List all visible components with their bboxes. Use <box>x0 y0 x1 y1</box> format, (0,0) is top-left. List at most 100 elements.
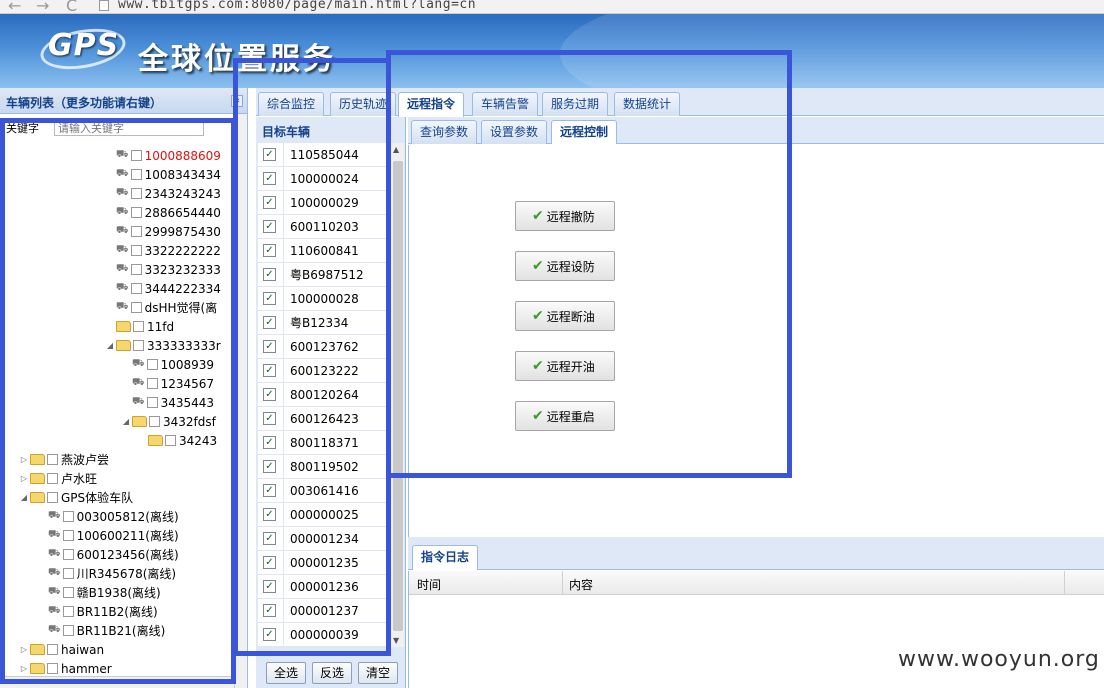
vehicle-checkbox[interactable]: ✓ <box>263 508 276 521</box>
tree-checkbox[interactable] <box>47 644 58 655</box>
tree-checkbox[interactable] <box>133 321 144 332</box>
target-vehicle-row[interactable]: ✓ 000001235 <box>258 550 388 575</box>
vehicle-checkbox[interactable]: ✓ <box>263 436 276 449</box>
tree-checkbox[interactable] <box>165 435 176 446</box>
tree-vehicle[interactable]: ⛟ 1234567 <box>120 374 214 393</box>
expanded-arrow-icon[interactable]: ◢ <box>18 493 30 502</box>
vehicle-checkbox[interactable]: ✓ <box>263 148 276 161</box>
target-vehicle-row[interactable]: ✓ 000000025 <box>258 502 388 527</box>
tree-vertical-scrollbar[interactable] <box>234 114 247 688</box>
target-vehicle-row[interactable]: ✓ 110600841 <box>258 238 388 263</box>
remote-command-button[interactable]: ✔ 远程开油 <box>515 351 615 381</box>
target-vehicle-row[interactable]: ✓ 600126423 <box>258 406 388 431</box>
vehicle-checkbox[interactable]: ✓ <box>263 196 276 209</box>
forward-arrow-icon[interactable]: → <box>36 0 49 13</box>
tree-checkbox[interactable] <box>146 397 158 408</box>
tree-checkbox[interactable] <box>149 416 160 427</box>
scroll-thumb[interactable] <box>393 161 403 631</box>
vehicle-checkbox[interactable]: ✓ <box>263 580 276 593</box>
address-bar[interactable]: www.tbitgps.com:8080/page/main.html?lang… <box>118 0 476 12</box>
target-vehicle-row[interactable]: ✓ 600110203 <box>258 214 388 239</box>
target-vehicle-row[interactable]: ✓ 600123222 <box>258 358 388 383</box>
target-vehicle-row[interactable]: ✓ 800118371 <box>258 430 388 455</box>
vehicle-checkbox[interactable]: ✓ <box>263 316 276 329</box>
tree-checkbox[interactable] <box>62 511 74 522</box>
tree-checkbox[interactable] <box>146 359 158 370</box>
vehicle-checkbox[interactable]: ✓ <box>263 604 276 617</box>
sub-tab[interactable]: 查询参数 <box>411 120 478 144</box>
tree-checkbox[interactable] <box>47 492 58 503</box>
vehicle-checkbox[interactable]: ✓ <box>263 244 276 257</box>
tree-checkbox[interactable] <box>62 530 74 541</box>
main-tab[interactable]: 历史轨迹 <box>330 92 397 116</box>
reload-icon[interactable]: C <box>66 0 77 13</box>
col-content[interactable]: 内容 <box>569 576 593 593</box>
tree-vehicle[interactable]: ⛟ 1008939 <box>120 355 214 374</box>
sub-tab[interactable]: 远程控制 <box>551 120 618 144</box>
tree-checkbox[interactable] <box>130 283 142 294</box>
collapsed-arrow-icon[interactable]: ▷ <box>18 664 30 673</box>
main-tab[interactable]: 车辆告警 <box>472 92 539 116</box>
tree-checkbox[interactable] <box>130 245 142 256</box>
target-vehicle-row[interactable]: ✓ 粤B12334 <box>258 310 388 335</box>
col-time[interactable]: 时间 <box>417 576 441 593</box>
keyword-input[interactable] <box>54 120 204 136</box>
vehicle-checkbox[interactable]: ✓ <box>263 556 276 569</box>
main-tab[interactable]: 服务过期 <box>542 92 609 116</box>
main-tab[interactable]: 数据统计 <box>614 92 681 116</box>
remote-command-button[interactable]: ✔ 远程断油 <box>515 301 615 331</box>
main-tab[interactable]: 综合监控 <box>258 92 325 116</box>
target-vehicle-row[interactable]: ✓ 000000039 <box>258 622 388 647</box>
scroll-down-icon[interactable]: ▼ <box>393 636 399 645</box>
target-vehicle-row[interactable]: ✓ 600123762 <box>258 334 388 359</box>
tree-checkbox[interactable] <box>62 587 74 598</box>
sub-tab[interactable]: 设置参数 <box>481 120 548 144</box>
vehicle-checkbox[interactable]: ✓ <box>263 484 276 497</box>
tree-checkbox[interactable] <box>47 454 58 465</box>
tree-checkbox[interactable] <box>130 169 142 180</box>
tree-vehicle[interactable]: ⛟ 2999875430 <box>104 222 221 241</box>
tree-vehicle[interactable]: ⛟ 赣B1938(离线) <box>36 583 161 602</box>
tree-folder[interactable]: 11fd <box>104 317 174 336</box>
tree-folder[interactable]: ◢ GPS体验车队 <box>18 488 133 507</box>
remote-command-button[interactable]: ✔ 远程重启 <box>515 401 615 431</box>
tree-vehicle[interactable]: ⛟ BR11B2(离线) <box>36 602 158 621</box>
tree-checkbox[interactable] <box>62 568 74 579</box>
scroll-up-icon[interactable]: ▲ <box>393 145 399 154</box>
tree-vehicle[interactable]: ⛟ dsHH觉得(离 <box>104 298 217 317</box>
collapsed-arrow-icon[interactable]: ▷ <box>18 455 30 464</box>
target-vehicle-row[interactable]: ✓ 000001236 <box>258 574 388 599</box>
remote-command-button[interactable]: ✔ 远程设防 <box>515 251 615 281</box>
tree-checkbox[interactable] <box>130 188 142 199</box>
vehicle-checkbox[interactable]: ✓ <box>263 220 276 233</box>
collapsed-arrow-icon[interactable]: ▷ <box>18 645 30 654</box>
vehicle-checkbox[interactable]: ✓ <box>263 268 276 281</box>
target-vehicle-row[interactable]: ✓ 003061416 <box>258 478 388 503</box>
expanded-arrow-icon[interactable]: ◢ <box>120 417 132 426</box>
tree-checkbox[interactable] <box>62 625 74 636</box>
expanded-arrow-icon[interactable]: ◢ <box>104 341 116 350</box>
target-vehicle-row[interactable]: ✓ 000001237 <box>258 598 388 623</box>
target-list-scrollbar[interactable]: ▲ ▼ <box>390 143 404 647</box>
tree-vehicle[interactable]: ⛟ 2343243243 <box>104 184 221 203</box>
collapsed-arrow-icon[interactable]: ▷ <box>18 474 30 483</box>
vehicle-checkbox[interactable]: ✓ <box>263 388 276 401</box>
vehicle-checkbox[interactable]: ✓ <box>263 172 276 185</box>
tree-folder[interactable]: 34243 <box>136 431 217 450</box>
tree-checkbox[interactable] <box>47 663 58 674</box>
tree-vehicle[interactable]: ⛟ 100600211(离线) <box>36 526 179 545</box>
tree-checkbox[interactable] <box>62 606 74 617</box>
vehicle-checkbox[interactable]: ✓ <box>263 412 276 425</box>
select-all-button[interactable]: 全选 <box>266 662 307 684</box>
invert-selection-button[interactable]: 反选 <box>312 662 353 684</box>
tree-folder[interactable]: ◢ 3432fdsf <box>120 412 216 431</box>
vehicle-checkbox[interactable]: ✓ <box>263 532 276 545</box>
target-vehicle-row[interactable]: ✓ 110585044 <box>258 143 388 167</box>
tree-folder[interactable]: ▷ 卢水旺 <box>18 469 97 488</box>
tree-vehicle[interactable]: ⛟ BR11B21(离线) <box>36 621 165 640</box>
back-arrow-icon[interactable]: ← <box>8 0 21 13</box>
tree-vehicle[interactable]: ⛟ 2886654440 <box>104 203 221 222</box>
remote-command-button[interactable]: ✔ 远程撤防 <box>515 201 615 231</box>
vehicle-checkbox[interactable]: ✓ <box>263 628 276 641</box>
vehicle-checkbox[interactable]: ✓ <box>263 460 276 473</box>
